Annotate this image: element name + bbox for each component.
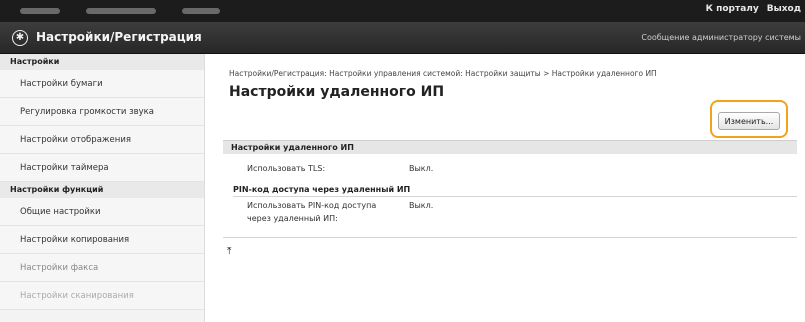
app-title: Настройки/Регистрация [36,30,202,44]
use-pin-label-line1: Использовать PIN-код доступа [247,201,377,210]
use-pin-value: Выкл. [409,201,434,210]
sidebar-item-timer[interactable]: Настройки таймера [0,154,204,182]
title-bar: ✱ Настройки/Регистрация Сообщение админи… [0,22,805,54]
scroll-to-top-icon[interactable]: ⤒ [227,247,231,257]
sidebar: Настройки Настройки бумаги Регулировка г… [0,54,205,322]
top-bar: К порталу Выход [0,0,805,22]
divider [233,196,797,197]
use-tls-label: Использовать TLS: [247,164,326,173]
page-title: Настройки удаленного ИП [229,84,445,100]
divider [223,237,797,238]
portal-link[interactable]: К порталу [706,4,759,14]
blurred-device-info [20,8,220,14]
section-header: Настройки удаленного ИП [223,140,797,154]
sidebar-item-copy[interactable]: Настройки копирования [0,226,204,254]
sidebar-item-paper[interactable]: Настройки бумаги [0,70,204,98]
edit-button[interactable]: Изменить... [718,112,780,130]
sidebar-item-scan[interactable]: Настройки сканирования [0,282,204,310]
pin-section-header: PIN-код доступа через удаленный ИП [233,185,411,194]
sidebar-item-general[interactable]: Общие настройки [0,198,204,226]
sidebar-item-fax[interactable]: Настройки факса [0,254,204,282]
use-tls-value: Выкл. [409,164,434,173]
sidebar-item-volume[interactable]: Регулировка громкости звука [0,98,204,126]
settings-app-icon: ✱ [12,30,28,46]
sidebar-section-settings: Настройки [0,54,204,70]
use-pin-label-line2: через удаленный ИП: [247,214,338,223]
main-content: Настройки/Регистрация: Настройки управле… [219,54,805,322]
sidebar-section-functions: Настройки функций [0,182,204,198]
breadcrumb: Настройки/Регистрация: Настройки управле… [229,69,657,78]
logout-link[interactable]: Выход [767,4,801,14]
top-links: К порталу Выход [706,4,801,14]
admin-message-link[interactable]: Сообщение администратору системы [641,33,801,42]
sidebar-item-display[interactable]: Настройки отображения [0,126,204,154]
